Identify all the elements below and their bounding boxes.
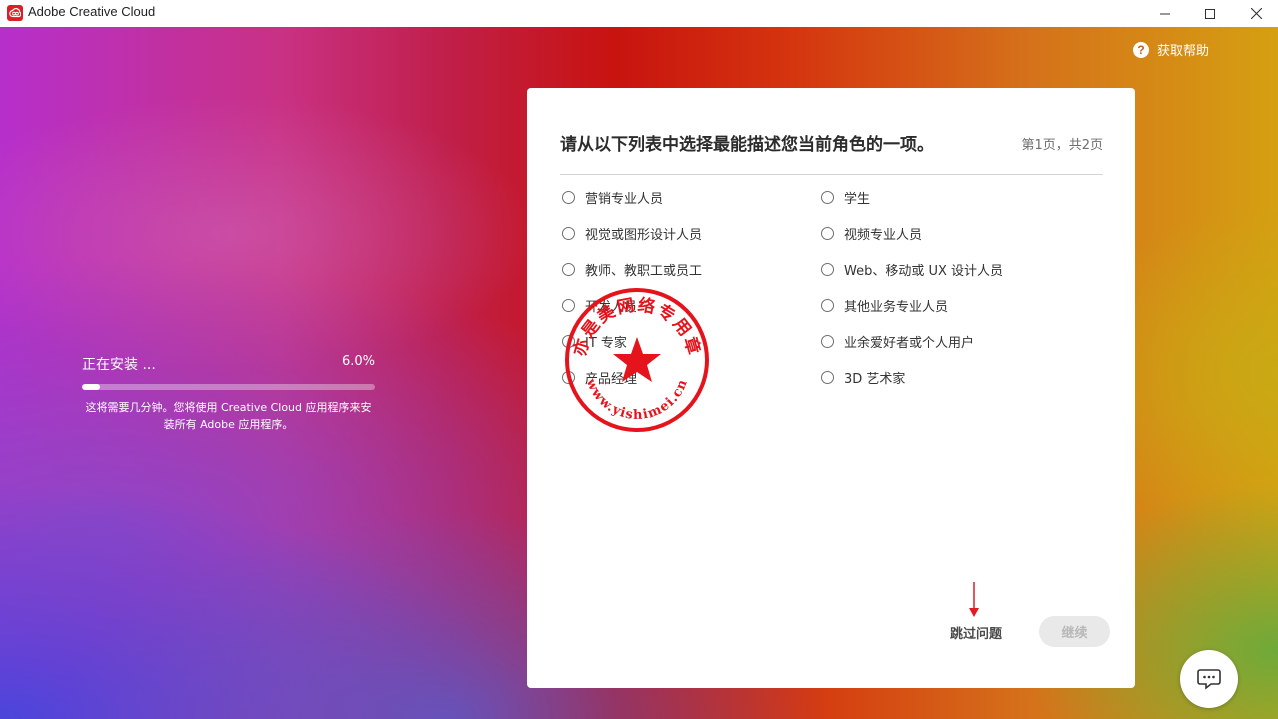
option-web-ux-designer[interactable]: Web、移动或 UX 设计人员 <box>821 260 1003 279</box>
radio-icon[interactable] <box>562 227 575 240</box>
radio-icon[interactable] <box>821 371 834 384</box>
install-description: 这将需要几分钟。您将使用 Creative Cloud 应用程序来安 装所有 A… <box>82 399 375 433</box>
annotation-arrow-icon <box>969 582 979 617</box>
skip-question-button[interactable]: 跳过问题 <box>950 623 1002 642</box>
help-circle-icon: ? <box>1133 41 1149 58</box>
option-label: 营销专业人员 <box>585 192 664 207</box>
progress-bar <box>82 384 375 390</box>
survey-question: 请从以下列表中选择最能描述您当前角色的一项。 <box>560 135 934 155</box>
install-description-line1: 这将需要几分钟。您将使用 Creative Cloud 应用程序来安 <box>85 401 372 414</box>
option-student[interactable]: 学生 <box>821 188 870 207</box>
chat-bubble-icon <box>1197 669 1221 690</box>
title-bar: Adobe Creative Cloud <box>0 0 1278 27</box>
stamp-watermark: 亦是美网络专用章 www.yishimei.cn <box>565 288 709 432</box>
continue-button[interactable]: 继续 <box>1039 616 1110 647</box>
install-percent: 6.0% <box>341 354 375 369</box>
option-label: 学生 <box>844 192 871 207</box>
chat-button[interactable] <box>1180 650 1238 708</box>
help-label: 获取帮助 <box>1157 44 1210 59</box>
option-hobbyist[interactable]: 业余爱好者或个人用户 <box>821 332 974 351</box>
close-icon[interactable] <box>1233 0 1278 27</box>
creative-cloud-logo-icon <box>7 5 23 21</box>
option-business-pro[interactable]: 其他业务专业人员 <box>821 296 948 315</box>
option-label: 视频专业人员 <box>844 228 923 243</box>
option-teacher[interactable]: 教师、教职工或员工 <box>562 260 702 279</box>
install-description-line2: 装所有 Adobe 应用程序。 <box>163 418 294 431</box>
option-visual-designer[interactable]: 视觉或图形设计人员 <box>562 224 702 243</box>
option-label: 视觉或图形设计人员 <box>585 228 703 243</box>
option-label: 业余爱好者或个人用户 <box>844 336 975 351</box>
radio-icon[interactable] <box>821 263 834 276</box>
option-label: 其他业务专业人员 <box>844 300 949 315</box>
page-indicator: 第1页，共2页 <box>1021 138 1103 153</box>
radio-icon[interactable] <box>562 263 575 276</box>
option-label: 3D 艺术家 <box>844 372 906 387</box>
progress-bar-fill <box>82 384 100 390</box>
radio-icon[interactable] <box>821 299 834 312</box>
radio-icon[interactable] <box>821 227 834 240</box>
option-marketing[interactable]: 营销专业人员 <box>562 188 663 207</box>
option-video-pro[interactable]: 视频专业人员 <box>821 224 922 243</box>
install-progress-panel: 正在安装 ... 6.0% 这将需要几分钟。您将使用 Creative Clou… <box>82 354 375 433</box>
radio-icon[interactable] <box>821 191 834 204</box>
window-title: Adobe Creative Cloud <box>28 4 156 19</box>
divider <box>560 174 1103 175</box>
option-label: 教师、教职工或员工 <box>585 264 703 279</box>
minimize-icon[interactable] <box>1142 0 1188 27</box>
svg-text:www.yishimei.cn: www.yishimei.cn <box>582 376 691 423</box>
option-3d-artist[interactable]: 3D 艺术家 <box>821 368 905 387</box>
install-status: 正在安装 ... <box>82 357 156 373</box>
help-link[interactable]: ? 获取帮助 <box>1133 40 1209 59</box>
option-label: Web、移动或 UX 设计人员 <box>844 264 1004 279</box>
radio-icon[interactable] <box>562 191 575 204</box>
radio-icon[interactable] <box>821 335 834 348</box>
maximize-icon[interactable] <box>1187 0 1233 27</box>
